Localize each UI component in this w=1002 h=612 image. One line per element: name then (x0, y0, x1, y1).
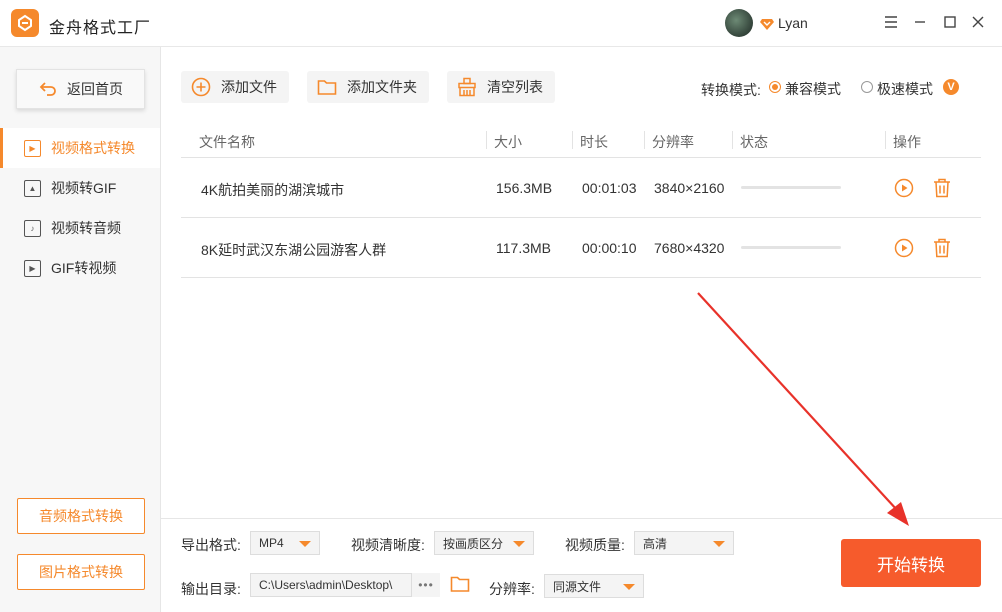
file-resolution: 3840×2160 (654, 180, 725, 196)
conversion-mode-label: 转换模式: (701, 82, 761, 98)
sidebar-item-video-to-gif[interactable]: ▲ 视频转GIF (0, 168, 160, 208)
add-folder-button[interactable]: 添加文件夹 (307, 71, 429, 103)
output-dir-value: C:\Users\admin\Desktop\ (259, 578, 393, 592)
video-clarity-value: 按画质区分 (443, 536, 504, 551)
play-file-icon: ▶ (24, 259, 41, 277)
export-format-select[interactable]: MP4 (250, 531, 320, 555)
video-quality-value: 高清 (643, 536, 668, 551)
file-size: 156.3MB (496, 180, 553, 196)
header-actions: 操作 (893, 134, 921, 150)
header-divider (644, 131, 645, 149)
user-avatar[interactable] (725, 9, 753, 37)
trash-icon[interactable] (931, 237, 953, 259)
dropdown-arrow-icon (713, 541, 725, 547)
open-folder-icon[interactable] (450, 574, 470, 594)
dropdown-arrow-icon (513, 541, 525, 547)
resolution-label: 分辨率: (489, 581, 535, 597)
sidebar-item-gif-to-video[interactable]: ▶ GIF转视频 (0, 248, 160, 288)
clear-list-label: 清空列表 (487, 79, 543, 95)
user-name[interactable]: Lyan (778, 15, 808, 31)
dropdown-arrow-icon (299, 541, 311, 547)
sidebar-item-label: 视频格式转换 (51, 140, 135, 156)
file-duration: 00:00:10 (582, 240, 637, 256)
back-arrow-icon (39, 82, 56, 96)
output-dir-label: 输出目录: (181, 581, 241, 597)
image-file-icon: ▲ (24, 179, 41, 197)
music-file-icon: ♪ (24, 219, 41, 237)
trash-icon[interactable] (931, 177, 953, 199)
browse-dir-button[interactable]: ••• (411, 573, 440, 597)
table-row: 8K延时武汉东湖公园游客人群 117.3MB 00:00:10 7680×432… (181, 218, 981, 278)
back-home-button[interactable]: 返回首页 (16, 69, 145, 109)
add-file-label: 添加文件 (221, 79, 277, 95)
video-quality-select[interactable]: 高清 (634, 531, 734, 555)
broom-icon (458, 77, 476, 97)
vip-badge: V (943, 79, 959, 95)
sidebar-item-video-convert[interactable]: ▶ 视频格式转换 (0, 128, 160, 168)
table-row: 4K航拍美丽的湖滨城市 156.3MB 00:01:03 3840×2160 (181, 158, 981, 218)
title-bar: 金舟格式工厂 Lyan (0, 0, 1002, 47)
header-size: 大小 (494, 134, 522, 150)
audio-convert-button[interactable]: 音频格式转换 (17, 498, 145, 534)
header-status: 状态 (740, 134, 768, 150)
resolution-select[interactable]: 同源文件 (544, 574, 644, 598)
header-divider (572, 131, 573, 149)
sidebar-item-label: 视频转GIF (51, 180, 117, 196)
vip-diamond-icon (760, 19, 774, 30)
file-name: 8K延时武汉东湖公园游客人群 (201, 242, 387, 258)
video-quality-label: 视频质量: (565, 537, 625, 553)
conversion-progress (741, 246, 841, 249)
header-filename: 文件名称 (199, 134, 255, 150)
app-title: 金舟格式工厂 (49, 20, 152, 37)
fast-mode-label[interactable]: 极速模式 (877, 79, 933, 99)
start-convert-button[interactable]: 开始转换 (841, 539, 981, 587)
file-name: 4K航拍美丽的湖滨城市 (201, 182, 345, 198)
image-convert-button[interactable]: 图片格式转换 (17, 554, 145, 590)
file-size: 117.3MB (496, 240, 551, 256)
play-icon[interactable] (893, 177, 915, 199)
export-format-value: MP4 (259, 536, 284, 550)
menu-icon[interactable] (881, 12, 901, 32)
sidebar: 返回首页 ▶ 视频格式转换 ▲ 视频转GIF ♪ 视频转音频 ▶ GIF转视频 … (0, 47, 161, 612)
clear-list-button[interactable]: 清空列表 (447, 71, 555, 103)
file-table-header: 文件名称 大小 时长 分辨率 状态 操作 (181, 122, 981, 158)
header-resolution: 分辨率 (652, 134, 694, 150)
add-file-button[interactable]: 添加文件 (181, 71, 289, 103)
maximize-icon[interactable] (940, 12, 960, 32)
play-file-icon: ▶ (24, 139, 41, 157)
dropdown-arrow-icon (623, 584, 635, 590)
compatible-mode-label[interactable]: 兼容模式 (785, 79, 841, 99)
sidebar-item-label: GIF转视频 (51, 260, 117, 276)
play-icon[interactable] (893, 237, 915, 259)
video-clarity-label: 视频清晰度: (351, 537, 425, 553)
video-clarity-select[interactable]: 按画质区分 (434, 531, 534, 555)
header-duration: 时长 (580, 134, 608, 150)
minimize-icon[interactable] (910, 12, 930, 32)
fast-mode-radio[interactable] (861, 81, 873, 93)
app-logo-icon (11, 9, 39, 37)
header-divider (486, 131, 487, 149)
resolution-value: 同源文件 (553, 579, 602, 594)
sidebar-item-video-to-audio[interactable]: ♪ 视频转音频 (0, 208, 160, 248)
file-resolution: 7680×4320 (654, 240, 725, 256)
close-icon[interactable] (968, 12, 988, 32)
plus-circle-icon (191, 77, 211, 97)
add-folder-label: 添加文件夹 (347, 79, 417, 95)
sidebar-item-label: 视频转音频 (51, 220, 121, 236)
export-format-label: 导出格式: (181, 537, 241, 553)
file-duration: 00:01:03 (582, 180, 637, 196)
conversion-progress (741, 186, 841, 189)
folder-icon (317, 80, 337, 95)
header-divider (732, 131, 733, 149)
compatible-mode-radio[interactable] (769, 81, 781, 93)
back-home-label: 返回首页 (67, 81, 123, 97)
header-divider (885, 131, 886, 149)
